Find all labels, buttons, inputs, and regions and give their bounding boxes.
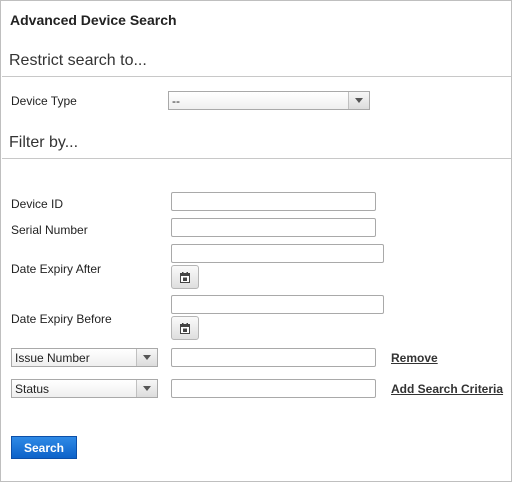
criteria-field-value: Status (15, 381, 50, 396)
date-expiry-before-calendar-button[interactable] (171, 316, 199, 340)
serial-number-input[interactable] (171, 218, 376, 237)
date-expiry-before-label: Date Expiry Before (11, 312, 112, 326)
filter-heading: Filter by... (9, 134, 79, 151)
date-expiry-after-label: Date Expiry After (11, 262, 102, 276)
chevron-down-icon (136, 349, 157, 366)
date-expiry-after-calendar-button[interactable] (171, 265, 199, 289)
device-id-label: Device ID (11, 197, 64, 211)
criteria-value-input[interactable] (171, 379, 376, 398)
chevron-down-icon (348, 92, 369, 109)
device-id-input[interactable] (171, 192, 376, 211)
date-expiry-after-input[interactable] (171, 244, 384, 263)
calendar-icon (180, 271, 190, 283)
device-type-select[interactable]: -- (168, 91, 370, 110)
criteria-value-input[interactable] (171, 348, 376, 367)
calendar-icon (180, 322, 190, 334)
advanced-search-panel: Advanced Device Search Restrict search t… (0, 0, 512, 482)
search-button[interactable]: Search (11, 436, 77, 459)
section-divider (2, 158, 511, 159)
criteria-field-select[interactable]: Status (11, 379, 158, 398)
add-search-criteria-link[interactable]: Add Search Criteria (391, 382, 503, 396)
date-expiry-before-input[interactable] (171, 295, 384, 314)
device-type-label: Device Type (11, 94, 77, 108)
chevron-down-icon (136, 380, 157, 397)
section-divider (2, 76, 511, 77)
serial-number-label: Serial Number (11, 223, 88, 237)
remove-criteria-link[interactable]: Remove (391, 351, 438, 365)
page-title: Advanced Device Search (10, 12, 177, 28)
restrict-heading: Restrict search to... (9, 52, 147, 69)
device-type-value: -- (172, 93, 180, 108)
criteria-field-select[interactable]: Issue Number (11, 348, 158, 367)
criteria-field-value: Issue Number (15, 350, 90, 365)
